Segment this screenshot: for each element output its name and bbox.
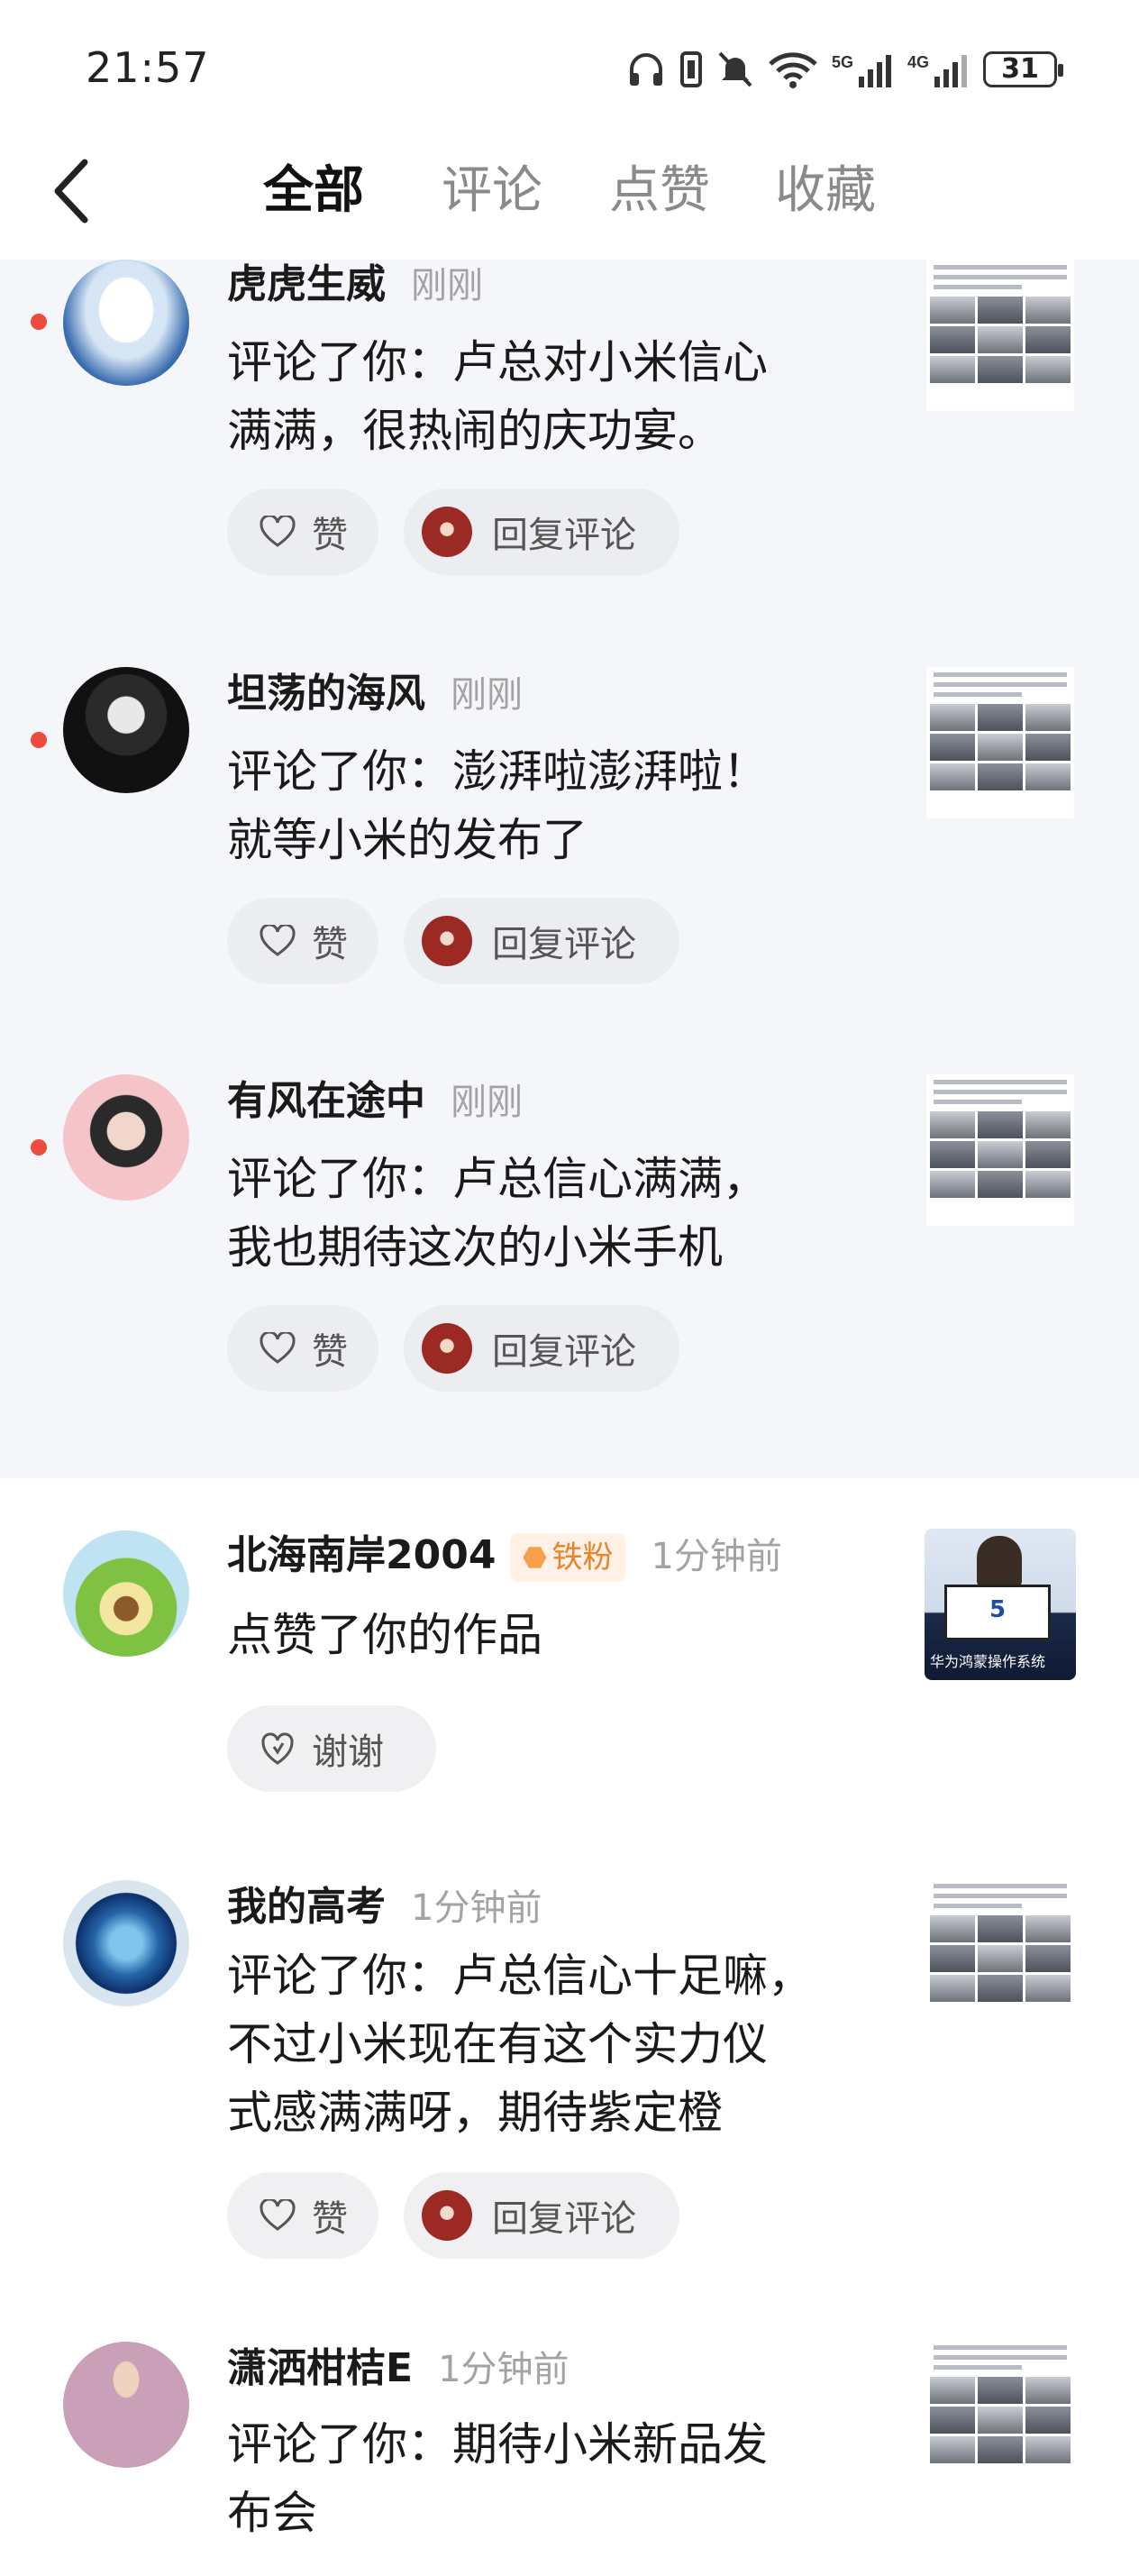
- list-item[interactable]: 北海南岸2004 铁粉 1分钟前 点赞了你的作品 谢谢 5 华为鸿蒙操作系统: [0, 1478, 1139, 1832]
- timestamp: 刚刚: [411, 265, 483, 306]
- timestamp: 1分钟前: [411, 1887, 542, 1929]
- svg-text:5G: 5G: [832, 53, 853, 71]
- heart-icon: [260, 2199, 296, 2231]
- user-name[interactable]: 坦荡的海风 刚刚: [227, 667, 523, 722]
- top-nav: [0, 135, 1139, 260]
- clock: 21:57: [86, 43, 210, 92]
- tab-favorites[interactable]: 收藏: [775, 155, 876, 227]
- list-item[interactable]: 有风在途中 刚刚 评论了你：卢总信心满满， 我也期待这次的小米手机 赞 回复评论: [0, 1074, 1139, 1478]
- tab-comments[interactable]: 评论: [442, 155, 542, 227]
- message-text[interactable]: 点赞了你的作品: [227, 1601, 876, 1669]
- post-thumbnail[interactable]: [926, 1074, 1074, 1226]
- like-button[interactable]: 赞: [227, 898, 378, 984]
- reply-comment-button[interactable]: 回复评论: [404, 898, 679, 984]
- avatar[interactable]: [63, 2342, 189, 2468]
- wifi-icon: [769, 52, 817, 88]
- vibrate-icon: [680, 51, 702, 87]
- unread-dot: [31, 314, 47, 330]
- my-avatar-icon: [422, 2190, 472, 2241]
- my-avatar-icon: [422, 1323, 472, 1374]
- avatar[interactable]: [63, 667, 189, 793]
- user-name[interactable]: 我的高考 1分钟前: [227, 1880, 542, 1935]
- heart-icon: [260, 516, 296, 547]
- user-name[interactable]: 虎虎生威 刚刚: [227, 258, 483, 313]
- user-name[interactable]: 有风在途中 刚刚: [227, 1074, 523, 1129]
- avatar[interactable]: [63, 1880, 189, 2006]
- fan-badge: 铁粉: [510, 1533, 626, 1582]
- my-avatar-icon: [422, 507, 472, 557]
- post-thumbnail[interactable]: [926, 2340, 1074, 2491]
- like-button[interactable]: 赞: [227, 489, 378, 575]
- my-avatar-icon: [422, 916, 472, 966]
- thanks-hand-icon: [261, 1732, 294, 1765]
- mute-bell-icon: [718, 51, 752, 87]
- avatar[interactable]: [63, 1074, 189, 1201]
- user-name[interactable]: 北海南岸2004 铁粉 1分钟前: [227, 1529, 782, 1584]
- status-icons: 5G 4G 31: [626, 47, 1063, 92]
- timestamp: 刚刚: [451, 674, 523, 716]
- message-text[interactable]: 评论了你：卢总信心十足嘛， 不过小米现在有这个实力仪 式感满满呀，期待紫定橙: [227, 1941, 876, 2147]
- svg-text:4G: 4G: [907, 53, 929, 71]
- unread-dot: [31, 1139, 47, 1156]
- tab-likes[interactable]: 点赞: [609, 155, 710, 227]
- like-button[interactable]: 赞: [227, 2172, 378, 2259]
- heart-icon: [260, 925, 296, 956]
- thanks-button[interactable]: 谢谢: [227, 1705, 436, 1792]
- video-thumbnail[interactable]: 5 华为鸿蒙操作系统: [925, 1529, 1076, 1680]
- unread-dot: [31, 732, 47, 748]
- message-text[interactable]: 评论了你：期待小米新品发 布会: [227, 2410, 876, 2547]
- list-item[interactable]: 我的高考 1分钟前 评论了你：卢总信心十足嘛， 不过小米现在有这个实力仪 式感满满呀，…: [0, 1832, 1139, 2306]
- timestamp: 1分钟前: [438, 2349, 570, 2390]
- signal-4g-icon: 4G: [907, 53, 967, 87]
- message-text[interactable]: 评论了你：澎湃啦澎湃啦！ 就等小米的发布了: [227, 737, 876, 874]
- headphones-icon: [630, 53, 662, 86]
- battery-icon: 31: [983, 51, 1063, 87]
- message-text[interactable]: 评论了你：卢总信心满满， 我也期待这次的小米手机: [227, 1145, 876, 1282]
- timestamp: 1分钟前: [651, 1536, 782, 1577]
- avatar[interactable]: [63, 1530, 189, 1657]
- tab-all[interactable]: 全部: [263, 155, 364, 227]
- presenter-figure: [977, 1536, 1022, 1588]
- list-item[interactable]: 虎虎生威 刚刚 评论了你：卢总对小米信心 满满，很热闹的庆功宴。 赞 回复评论: [0, 260, 1139, 667]
- reply-comment-button[interactable]: 回复评论: [404, 489, 679, 575]
- thumbnail-screen: 5: [944, 1585, 1051, 1640]
- heart-icon: [260, 1332, 296, 1364]
- like-button[interactable]: 赞: [227, 1305, 378, 1392]
- user-name[interactable]: 潇洒柑桔E 1分钟前: [227, 2342, 570, 2397]
- reply-comment-button[interactable]: 回复评论: [404, 2172, 679, 2259]
- timestamp: 刚刚: [451, 1082, 523, 1123]
- list-item[interactable]: 坦荡的海风 刚刚 评论了你：澎湃啦澎湃啦！ 就等小米的发布了 赞 回复评论: [0, 667, 1139, 1074]
- post-thumbnail[interactable]: [926, 260, 1074, 411]
- notification-list: 虎虎生威 刚刚 评论了你：卢总对小米信心 满满，很热闹的庆功宴。 赞 回复评论 坦荡…: [0, 260, 1139, 2576]
- signal-5g-icon: 5G: [832, 53, 891, 87]
- list-item[interactable]: 潇洒柑桔E 1分钟前 评论了你：期待小米新品发 布会: [0, 2306, 1139, 2576]
- back-arrow-icon[interactable]: [50, 155, 96, 227]
- thumbnail-caption: 华为鸿蒙操作系统: [930, 1653, 1046, 1670]
- status-bar: 21:57 5G 4G 31: [0, 0, 1139, 135]
- post-thumbnail[interactable]: [926, 667, 1074, 818]
- reply-comment-button[interactable]: 回复评论: [404, 1305, 679, 1392]
- badge-icon: [523, 1547, 547, 1568]
- post-thumbnail[interactable]: [926, 1878, 1074, 2030]
- message-text[interactable]: 评论了你：卢总对小米信心 满满，很热闹的庆功宴。: [227, 328, 876, 465]
- avatar[interactable]: [63, 260, 189, 386]
